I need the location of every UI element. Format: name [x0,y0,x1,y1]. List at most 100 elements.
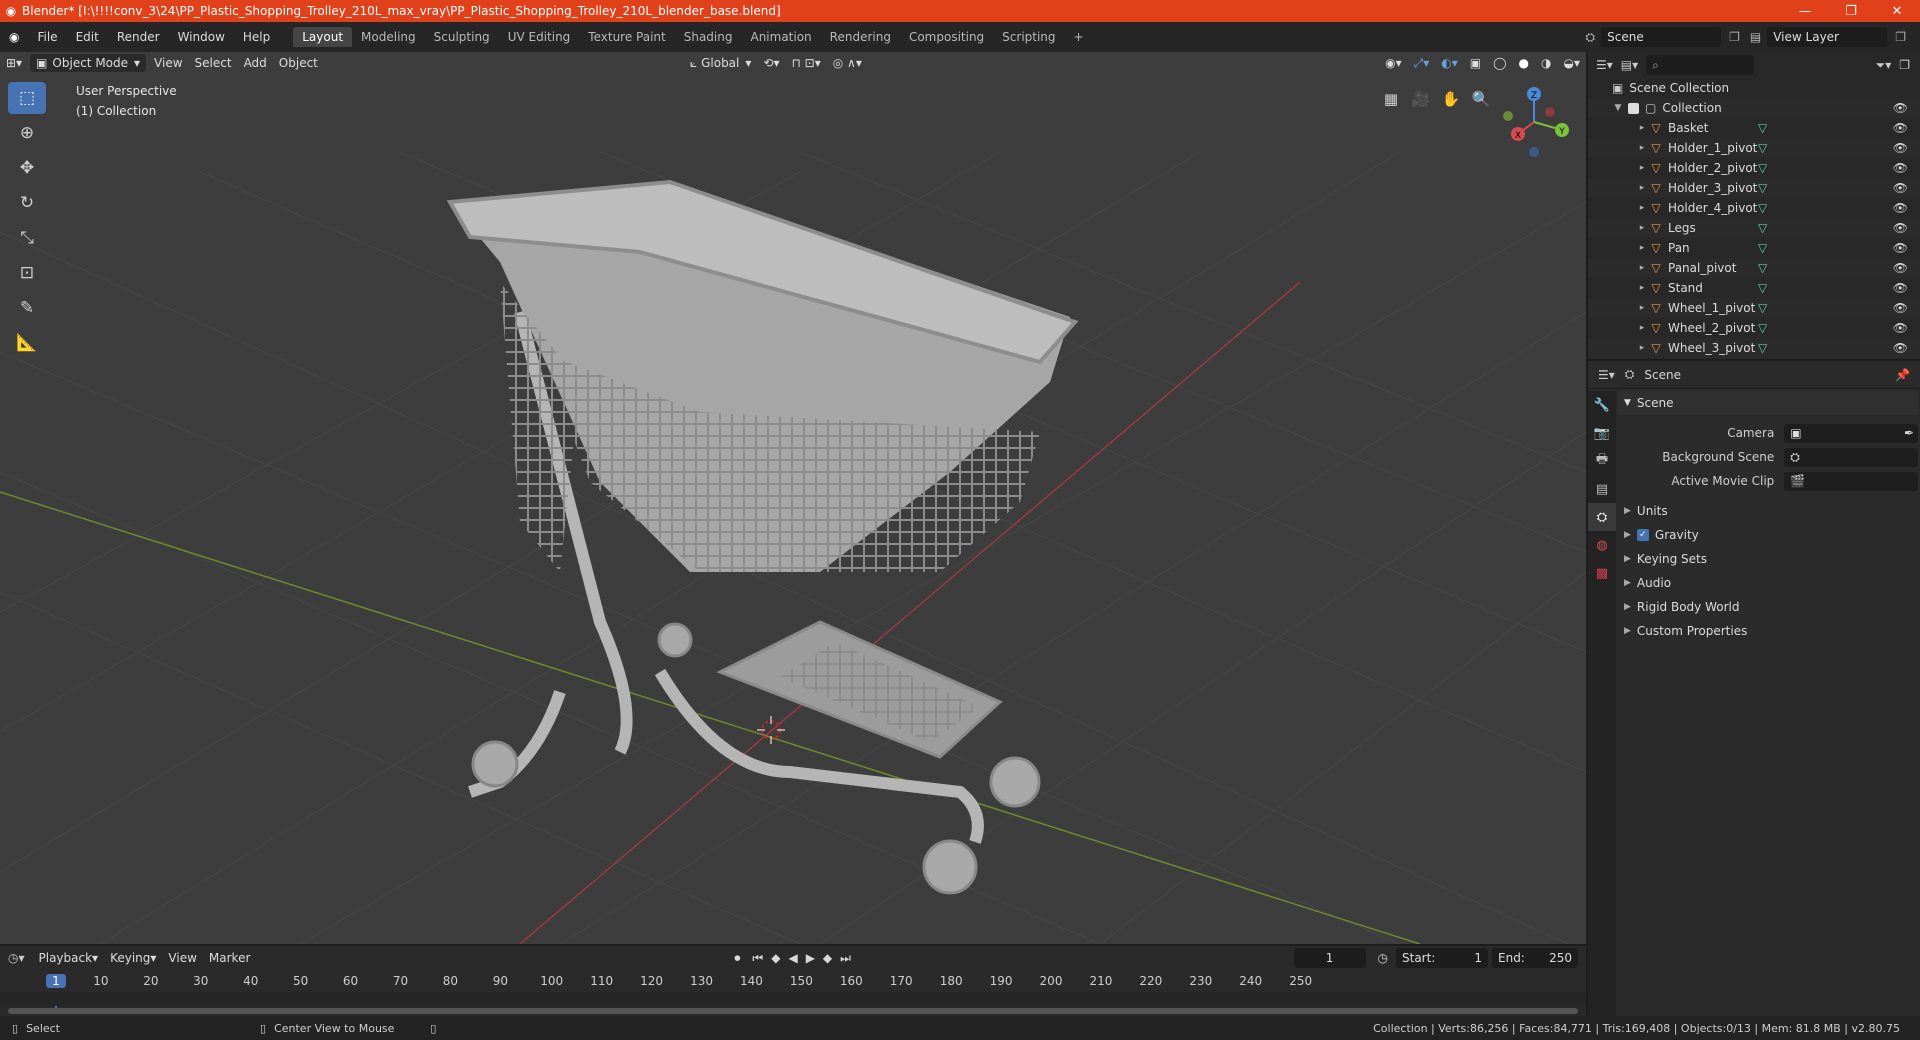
expand-object-icon[interactable]: ▸ [1636,223,1648,233]
mesh-data-icon[interactable]: ▽ [1758,201,1767,215]
outliner-object-row[interactable]: ▸ ▽ Basket ▽ 👁 [1588,118,1920,138]
annotate-tool-icon[interactable]: ✎ [8,292,46,324]
object-visibility-icon[interactable]: 👁 [1893,301,1908,315]
subpanel-rigid-body-world[interactable]: ▶ Rigid Body World [1618,595,1918,619]
object-visibility-icon[interactable]: 👁 [1893,201,1908,215]
tab-rendering[interactable]: Rendering [821,27,900,47]
tab-sculpting[interactable]: Sculpting [425,27,499,47]
object-visibility-icon[interactable]: 👁 [1893,121,1908,135]
object-visibility-icon[interactable]: 👁 [1893,261,1908,275]
view-layer-selector[interactable]: View Layer [1767,27,1888,47]
close-button[interactable]: ✕ [1874,4,1920,19]
outliner-object-row[interactable]: ▸ ▽ Holder_1_pivot ▽ 👁 [1588,138,1920,158]
mesh-data-icon[interactable]: ▽ [1758,181,1767,195]
object-visibility-icon[interactable]: 👁 [1893,241,1908,255]
subpanel-custom-properties[interactable]: ▶ Custom Properties [1618,619,1918,643]
eyedropper-icon[interactable]: ✒ [1904,426,1914,440]
scene-selector[interactable]: Scene [1601,27,1722,47]
outliner-object-row[interactable]: ▸ ▽ Stand ▽ 👁 [1588,278,1920,298]
prev-keyframe-icon[interactable]: ◆ [771,951,780,965]
blender-menu-icon[interactable]: ◉ [0,30,28,44]
expand-object-icon[interactable]: ▸ [1636,243,1648,253]
mesh-data-icon[interactable]: ▽ [1758,141,1767,155]
tab-texture-paint[interactable]: Texture Paint [579,27,674,47]
timeline-menu-keying[interactable]: Keying ▾ [104,949,162,967]
world-tab-icon[interactable]: ◍ [1588,531,1616,559]
wireframe-shading-icon[interactable]: ◯ [1487,54,1512,72]
object-visibility-icon[interactable]: 👁 [1893,341,1908,355]
subpanel-units[interactable]: ▶ Units [1618,499,1918,523]
tab-uv-editing[interactable]: UV Editing [499,27,580,47]
timeline-menu-playback[interactable]: Playback ▾ [33,949,105,967]
tool-settings-tab-icon[interactable]: 🔧 [1588,391,1616,419]
measure-tool-icon[interactable]: 📐 [8,327,46,359]
scene-panel-header[interactable]: ▼ Scene [1618,391,1918,415]
outliner-object-row[interactable]: ▸ ▽ Pan ▽ 👁 [1588,238,1920,258]
menu-help[interactable]: Help [234,30,279,44]
tab-layout[interactable]: Layout [293,27,353,47]
record-icon[interactable]: ⏺ [734,951,740,966]
filter-icon[interactable]: ⏷▾ [1876,58,1892,73]
object-visibility-icon[interactable]: 👁 [1893,221,1908,235]
3d-viewport[interactable]: ⊞▾ ▣ Object Mode ▾ View Select Add Object … [0,52,1586,944]
pin-icon[interactable]: 📌 [1895,368,1910,382]
timeline-track-area[interactable] [0,992,1586,1006]
outliner-object-row[interactable]: ▸ ▽ Panal_pivot ▽ 👁 [1588,258,1920,278]
mesh-data-icon[interactable]: ▽ [1758,121,1767,135]
expand-object-icon[interactable]: ▸ [1636,123,1648,133]
menu-render[interactable]: Render [108,30,169,44]
background-scene-field[interactable]: ⛭ [1784,447,1918,467]
collection-row[interactable]: ▼ ▢ Collection 👁 [1588,98,1920,118]
viewport-menu-view[interactable]: View [148,54,188,72]
frame-ruler[interactable]: 1 10 20 30 40 50 60 70 80 90 100 110 120 130 140 150 160… [0,972,1586,1010]
proportional-edit-icon[interactable]: ◎ ∧▾ [827,54,868,72]
object-visibility-icon[interactable]: 👁 [1893,181,1908,195]
outliner-object-row[interactable]: ▸ ▽ Wheel_1_pivot ▽ 👁 [1588,298,1920,318]
navigation-gizmo[interactable]: Z Y X [1500,82,1576,162]
object-visibility-icon[interactable]: 👁 [1893,161,1908,175]
menu-file[interactable]: File [28,30,66,44]
new-collection-icon[interactable]: ❐ [1899,58,1910,72]
play-reverse-icon[interactable]: ◀ [788,951,797,965]
outliner-object-row[interactable]: ▸ ▽ Holder_4_pivot ▽ 👁 [1588,198,1920,218]
expand-object-icon[interactable]: ▸ [1636,263,1648,273]
cursor-tool-icon[interactable]: ⊕ [8,117,46,149]
tab-scripting[interactable]: Scripting [993,27,1064,47]
timeline-menu-view[interactable]: View [162,949,202,967]
current-frame-field[interactable]: 1 [1293,948,1366,968]
viewport-menu-object[interactable]: Object [273,54,324,72]
maximize-button[interactable]: ❐ [1828,4,1874,19]
mesh-data-icon[interactable]: ▽ [1758,281,1767,295]
texture-tab-icon[interactable]: ▩ [1588,559,1616,587]
material-shading-icon[interactable]: ◑ [1535,54,1557,72]
mesh-data-icon[interactable]: ▽ [1758,321,1767,335]
expand-object-icon[interactable]: ▸ [1636,203,1648,213]
scale-tool-icon[interactable]: ⤡ [8,222,46,254]
zoom-view-icon[interactable]: 🔍 [1468,86,1494,112]
subpanel-gravity[interactable]: ▶ ✓ Gravity [1618,523,1918,547]
expand-object-icon[interactable]: ▸ [1636,303,1648,313]
rotate-tool-icon[interactable]: ↻ [8,187,46,219]
expand-object-icon[interactable]: ▸ [1636,163,1648,173]
view-layer-icon[interactable]: ▤ [1750,30,1761,44]
outliner-object-row[interactable]: ▸ ▽ Holder_3_pivot ▽ 👁 [1588,178,1920,198]
include-checkbox[interactable] [1628,102,1639,114]
camera-view-icon[interactable]: 🎥 [1408,86,1434,112]
minimize-button[interactable]: — [1782,4,1828,19]
display-mode-icon[interactable]: ▤▾ [1621,58,1638,72]
outliner-object-row[interactable]: ▸ ▽ Holder_2_pivot ▽ 👁 [1588,158,1920,178]
outliner-search-input[interactable]: ⌕ [1646,55,1755,75]
pan-view-icon[interactable]: ✋ [1438,86,1464,112]
select-box-tool-icon[interactable]: ⬚ [8,82,46,114]
gizmo-toggle-icon[interactable]: ⤢▾ [1408,54,1436,72]
object-visibility-icon[interactable]: 👁 [1893,321,1908,335]
end-frame-field[interactable]: End: 250 [1492,948,1578,968]
outliner-object-row[interactable]: ▸ ▽ Wheel_2_pivot ▽ 👁 [1588,318,1920,338]
editor-type-icon[interactable]: ⊞▾ [0,54,28,72]
jump-end-icon[interactable]: ⏭ [840,951,851,966]
active-movie-clip-field[interactable]: 🎬 [1784,471,1918,491]
mesh-data-icon[interactable]: ▽ [1758,261,1767,275]
tab-compositing[interactable]: Compositing [900,27,993,47]
scene-icon[interactable]: ⛭ [1586,30,1596,45]
expand-object-icon[interactable]: ▸ [1636,143,1648,153]
